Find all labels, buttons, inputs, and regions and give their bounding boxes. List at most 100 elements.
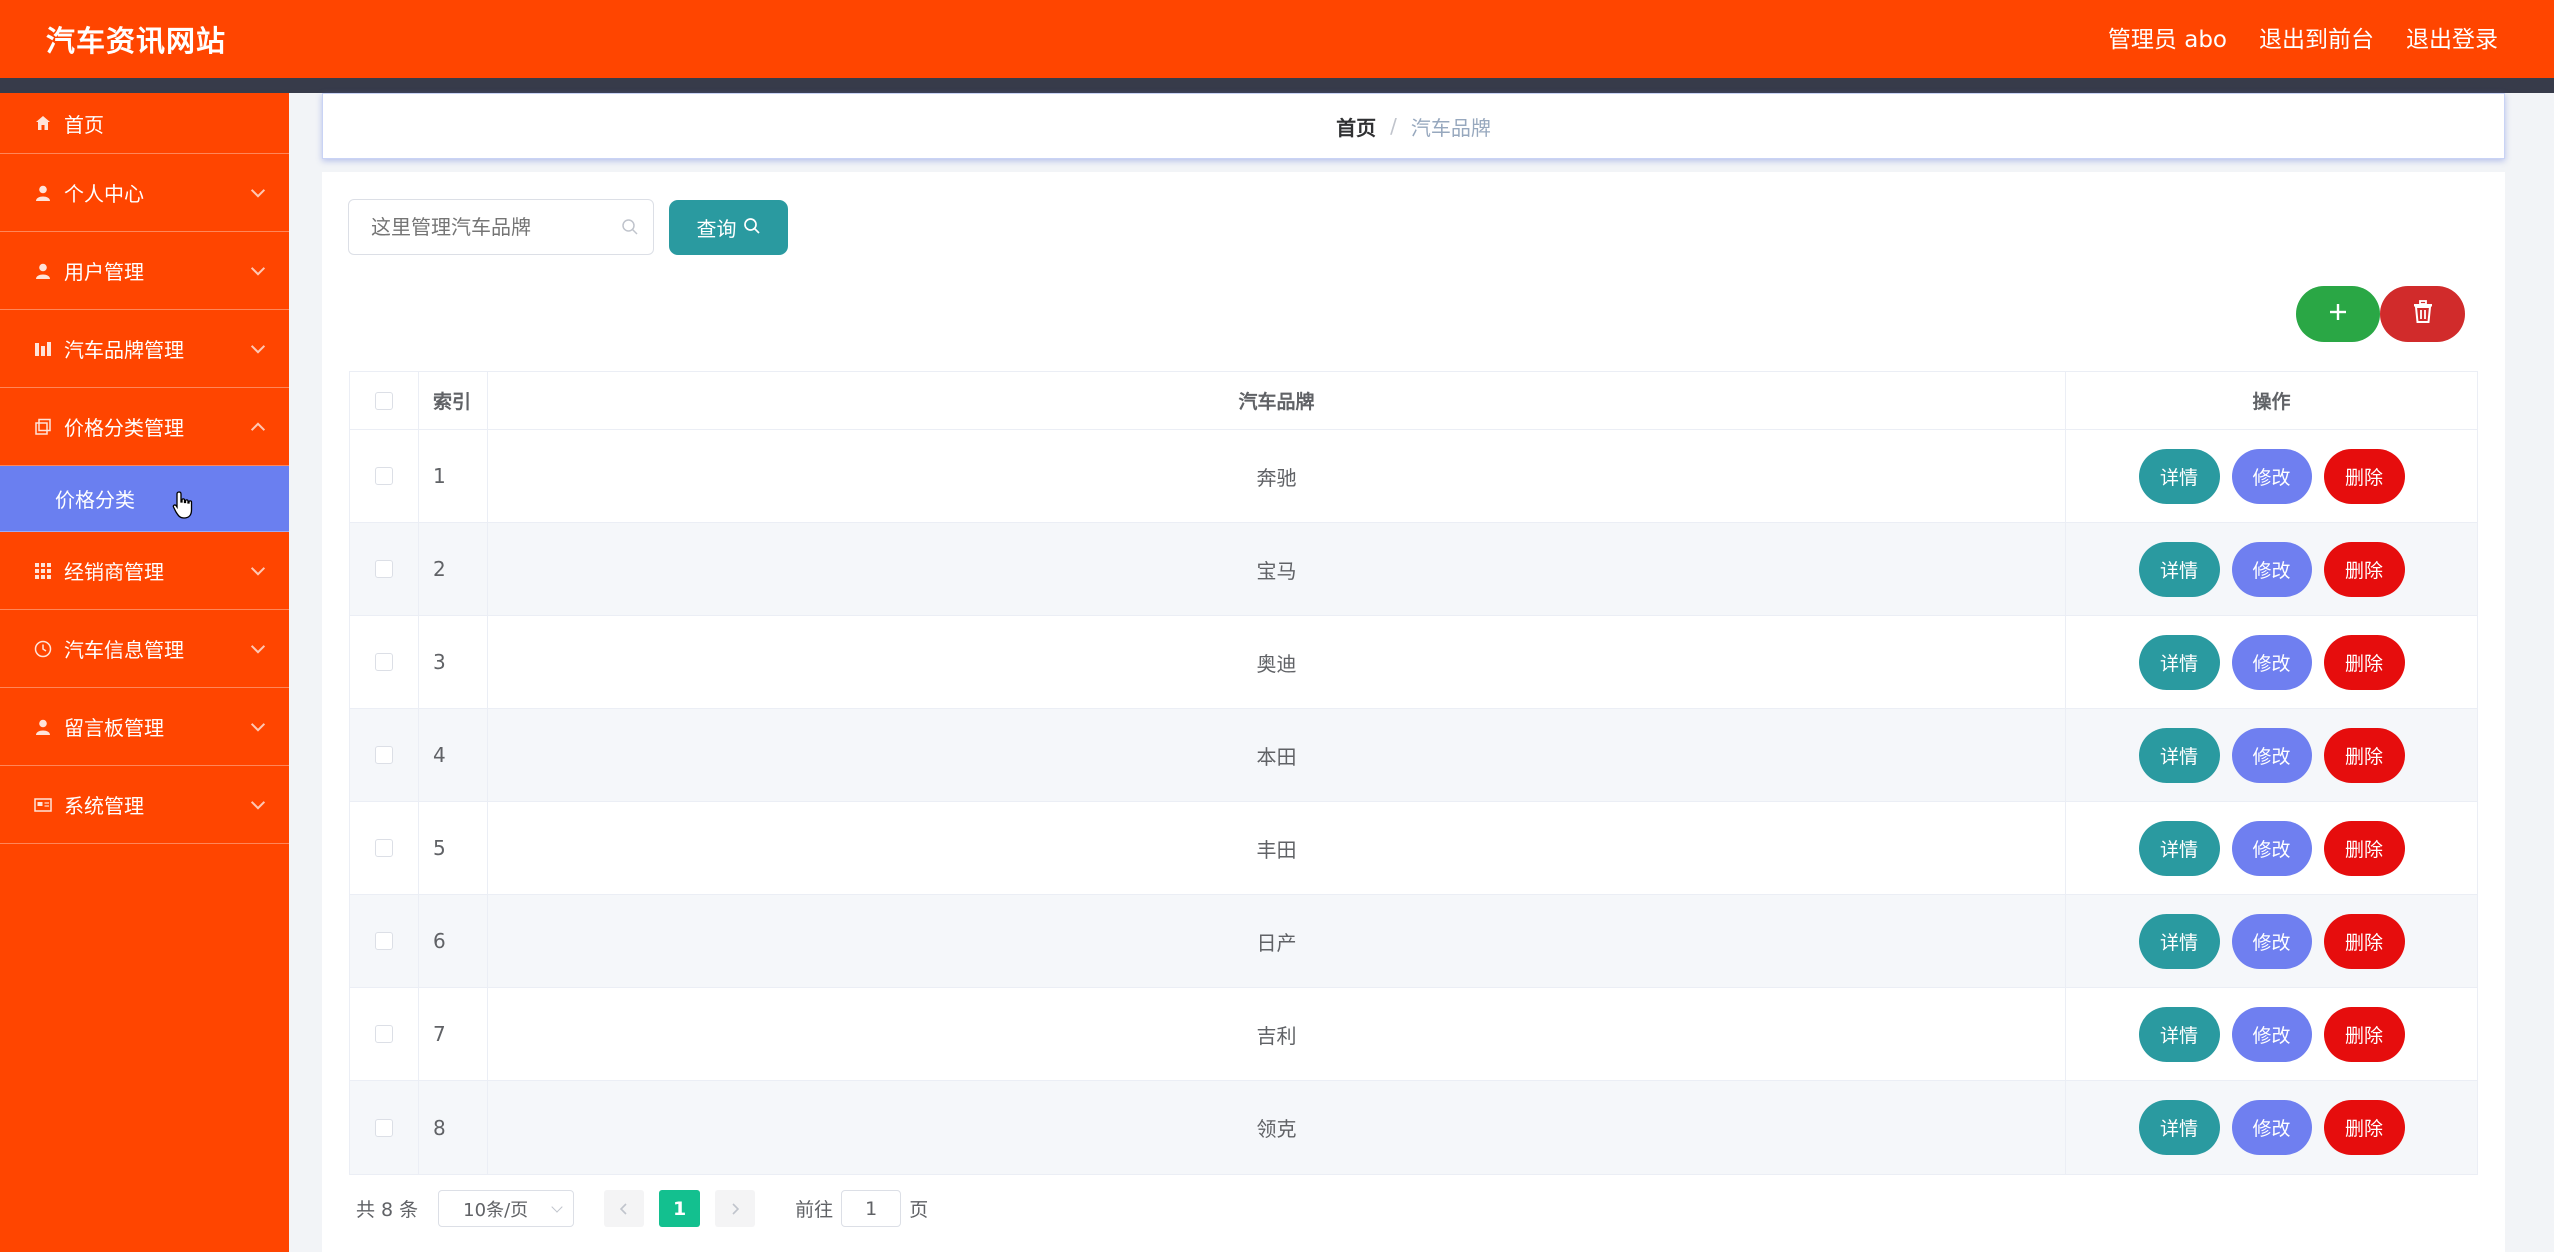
card-icon	[32, 794, 54, 816]
delete-button[interactable]: 删除	[2323, 913, 2405, 969]
delete-button[interactable]: 删除	[2323, 541, 2405, 597]
row-checkbox-cell	[350, 802, 419, 894]
row-checkbox-cell	[350, 616, 419, 708]
edit-button[interactable]: 修改	[2231, 913, 2312, 969]
header-operations: 操作	[2252, 391, 2291, 413]
row-checkbox[interactable]	[375, 1025, 393, 1043]
breadcrumb-home-link[interactable]: 首页	[1336, 112, 1376, 141]
row-operations: 详情 修改 删除	[2066, 709, 2477, 801]
page-size-value: 10条/页	[463, 1199, 529, 1221]
detail-button[interactable]: 详情	[2138, 913, 2220, 969]
row-index: 6	[419, 895, 488, 987]
detail-button[interactable]: 详情	[2138, 634, 2220, 690]
header-nav: 管理员 abo 退出到前台 退出登录	[2108, 20, 2498, 54]
delete-button[interactable]: 删除	[2323, 1006, 2405, 1062]
submenu-item-price-category[interactable]: 价格分类	[0, 466, 289, 532]
sidebar-item-price-category-management[interactable]: 价格分类管理	[0, 388, 289, 466]
goto-suffix: 页	[909, 1199, 929, 1221]
sidebar-item-user-management[interactable]: 用户管理	[0, 232, 289, 310]
table-header-row: 索引 汽车品牌 操作	[350, 372, 2477, 430]
sidebar-item-dealer-management[interactable]: 经销商管理	[0, 532, 289, 610]
query-button-label: 查询	[696, 217, 737, 241]
table-row: 2 宝马 详情 修改 删除	[350, 523, 2477, 616]
edit-button[interactable]: 修改	[2231, 1006, 2312, 1062]
sidebar-item-car-info-management[interactable]: 汽车信息管理	[0, 610, 289, 688]
row-checkbox[interactable]	[375, 932, 393, 950]
query-button[interactable]: 查询	[669, 200, 788, 255]
sidebar-item-home[interactable]: 首页	[0, 93, 289, 154]
delete-button[interactable]: 删除	[2323, 820, 2405, 876]
detail-button[interactable]: 详情	[2138, 448, 2220, 504]
row-checkbox-cell	[350, 988, 419, 1080]
page-number-current[interactable]: 1	[659, 1190, 701, 1227]
detail-button[interactable]: 详情	[2138, 820, 2220, 876]
sidebar-item-label: 用户管理	[64, 260, 144, 284]
breadcrumb-separator: /	[1390, 114, 1397, 138]
row-operations: 详情 修改 删除	[2066, 802, 2477, 894]
select-all-checkbox[interactable]	[375, 391, 393, 410]
row-index: 1	[419, 430, 488, 522]
row-checkbox-cell	[350, 1081, 419, 1174]
next-page-button[interactable]	[715, 1190, 756, 1227]
clock-icon	[32, 638, 54, 660]
chevron-up-icon	[250, 421, 266, 437]
batch-delete-button[interactable]	[2380, 286, 2465, 342]
row-checkbox-cell	[350, 430, 419, 522]
sidebar-item-brand-management[interactable]: 汽车品牌管理	[0, 310, 289, 388]
row-checkbox[interactable]	[375, 746, 393, 764]
delete-button[interactable]: 删除	[2323, 634, 2405, 690]
detail-button[interactable]: 详情	[2138, 1100, 2220, 1155]
table-row: 1 奔驰 详情 修改 删除	[350, 430, 2477, 523]
row-index: 8	[419, 1081, 488, 1174]
back-to-front-link[interactable]: 退出到前台	[2259, 20, 2374, 54]
row-operations: 详情 修改 删除	[2066, 1081, 2477, 1174]
table-row: 3 奥迪 详情 修改 删除	[350, 616, 2477, 709]
plus-icon	[2327, 301, 2349, 327]
sidebar-item-personal-center[interactable]: 个人中心	[0, 154, 289, 232]
row-brand-name: 丰田	[488, 802, 2066, 894]
row-index: 2	[419, 523, 488, 615]
chevron-right-icon	[729, 1197, 741, 1221]
sidebar-item-label: 经销商管理	[64, 560, 164, 584]
admin-name-link[interactable]: 管理员 abo	[2108, 20, 2227, 54]
add-button[interactable]	[2296, 286, 2380, 342]
user-icon	[32, 716, 54, 738]
delete-button[interactable]: 删除	[2323, 727, 2405, 783]
row-checkbox-cell	[350, 709, 419, 801]
delete-button[interactable]: 删除	[2323, 1100, 2405, 1155]
detail-button[interactable]: 详情	[2138, 727, 2220, 783]
edit-button[interactable]: 修改	[2231, 448, 2312, 504]
row-checkbox[interactable]	[375, 467, 393, 485]
sidebar: 首页 个人中心 用户管理 汽车品牌管理 价格分类管理 价格分类 经销商管理 汽车…	[0, 93, 289, 1252]
row-checkbox[interactable]	[375, 839, 393, 857]
row-checkbox[interactable]	[375, 560, 393, 578]
sidebar-item-system-management[interactable]: 系统管理	[0, 766, 289, 844]
detail-button[interactable]: 详情	[2138, 1006, 2220, 1062]
detail-button[interactable]: 详情	[2138, 541, 2220, 597]
chevron-down-icon	[250, 560, 266, 576]
sidebar-item-label: 汽车信息管理	[64, 638, 184, 662]
edit-button[interactable]: 修改	[2231, 1100, 2312, 1155]
delete-button[interactable]: 删除	[2323, 448, 2405, 504]
submenu-item-label: 价格分类	[55, 488, 135, 512]
table-row: 8 领克 详情 修改 删除	[350, 1081, 2477, 1174]
edit-button[interactable]: 修改	[2231, 727, 2312, 783]
brand-table: 索引 汽车品牌 操作 1 奔驰 详情 修改 删除 2 宝马 详情 修改 删除 3 奥迪 详情 修改 删除 4 本…	[349, 371, 2478, 1175]
row-checkbox[interactable]	[375, 1118, 393, 1137]
row-brand-name: 奥迪	[488, 616, 2066, 708]
edit-button[interactable]: 修改	[2231, 634, 2312, 690]
search-icon	[743, 216, 761, 240]
prev-page-button[interactable]	[604, 1190, 645, 1227]
logout-link[interactable]: 退出登录	[2406, 20, 2498, 54]
table-row: 6 日产 详情 修改 删除	[350, 895, 2477, 988]
edit-button[interactable]: 修改	[2231, 541, 2312, 597]
goto-page-input[interactable]	[841, 1190, 902, 1227]
row-brand-name: 日产	[488, 895, 2066, 987]
page-size-select[interactable]: 10条/页	[438, 1190, 575, 1227]
edit-button[interactable]: 修改	[2231, 820, 2312, 876]
row-checkbox[interactable]	[375, 653, 393, 671]
row-checkbox-cell	[350, 895, 419, 987]
search-input[interactable]	[348, 199, 654, 255]
pagination: 共 8 条 10条/页 1 前往 页	[356, 1190, 928, 1227]
sidebar-item-message-board-management[interactable]: 留言板管理	[0, 688, 289, 766]
